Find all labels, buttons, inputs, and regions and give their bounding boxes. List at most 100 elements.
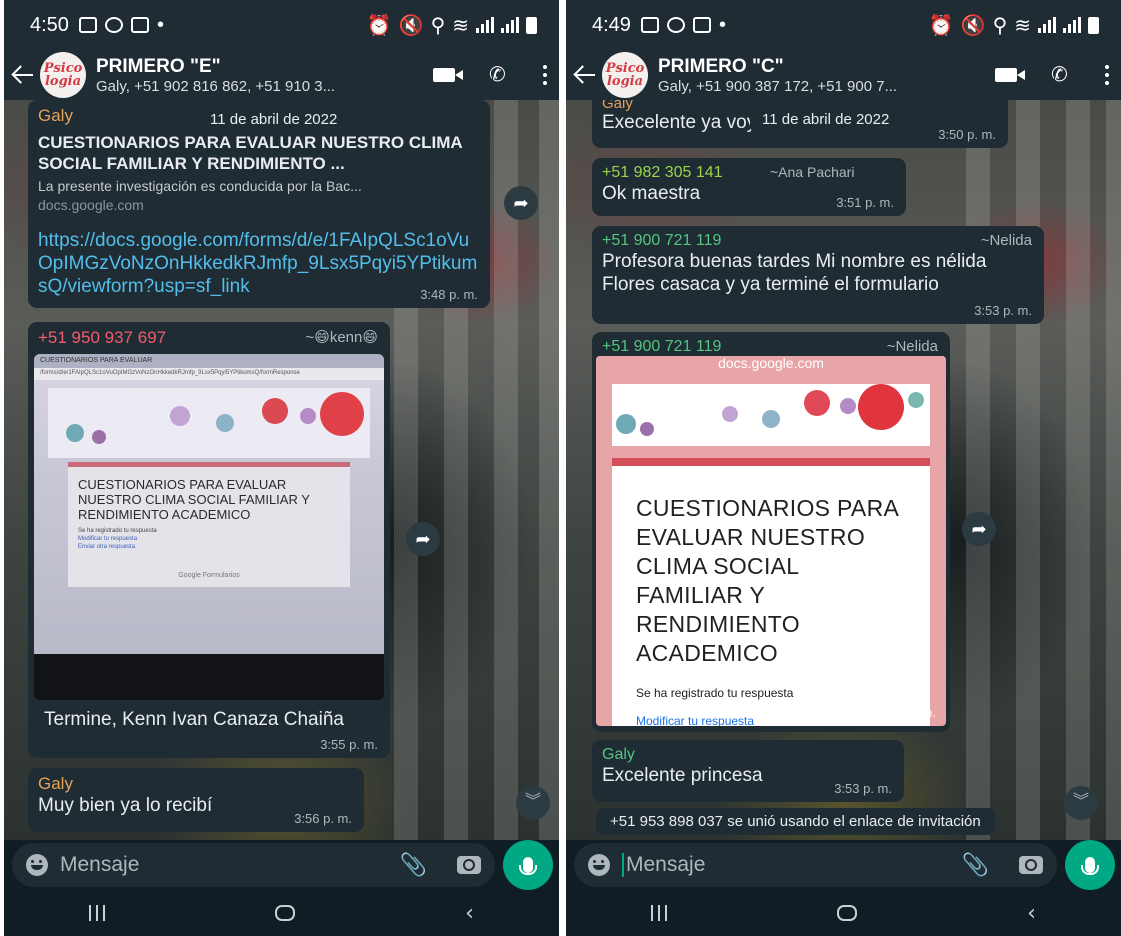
wifi-icon: ≋ <box>452 14 469 37</box>
date-chip: 11 de abril de 2022 <box>198 106 350 133</box>
message-input[interactable]: Mensaje 📎 <box>574 843 1057 887</box>
message-time: 3:56 p. m. <box>294 811 352 826</box>
status-time: 4:49 <box>592 13 631 36</box>
android-nav-bar: ‹ <box>566 890 1121 936</box>
battery-icon <box>1088 16 1099 34</box>
group-info[interactable]: PRIMERO "C" Galy, +51 900 387 172, +51 9… <box>658 56 977 95</box>
wifi-icon: ≋ <box>1014 14 1031 37</box>
emoji-icon[interactable] <box>26 854 48 876</box>
attach-icon[interactable]: 📎 <box>400 852 427 878</box>
mic-icon <box>519 857 537 875</box>
group-info[interactable]: PRIMERO "E" Galy, +51 902 816 862, +51 9… <box>96 56 415 95</box>
more-notifications-icon: • <box>156 13 164 36</box>
message-time: 3:53 p. m. <box>974 303 1032 318</box>
nav-back-icon[interactable]: ‹ <box>1027 901 1036 926</box>
photo-form-registered: Se ha registrado tu respuesta <box>78 528 157 534</box>
camera-icon[interactable] <box>1019 856 1043 874</box>
input-placeholder: Mensaje <box>626 853 706 876</box>
back-arrow-icon[interactable] <box>10 62 36 88</box>
more-notifications-icon: • <box>718 13 726 36</box>
link-preview-description: La presente investigación es conducida p… <box>38 178 362 194</box>
message-list[interactable]: Galy CUESTIONARIOS PARA EVALUAR NUESTRO … <box>4 100 559 840</box>
gallery-notification-icon <box>78 17 97 33</box>
mic-icon <box>1081 857 1099 875</box>
message-time: 3:53 p. m. <box>878 705 936 720</box>
form-card: CUESTIONARIOS PARA EVALUAR NUESTRO CLIMA… <box>612 458 930 726</box>
voice-call-icon[interactable]: ✆ <box>489 65 509 85</box>
status-bar: 4:50 • ⏰ 🔇 ⚲ ≋ <box>4 0 559 50</box>
recents-icon[interactable] <box>651 905 668 921</box>
home-icon[interactable] <box>837 905 858 921</box>
more-options-icon[interactable] <box>543 65 547 85</box>
link-preview-title[interactable]: CUESTIONARIOS PARA EVALUAR NUESTRO CLIMA… <box>38 132 480 174</box>
sender-nickname: ~Nelida <box>980 232 1032 249</box>
forward-icon[interactable] <box>962 512 996 546</box>
battery-icon <box>526 16 537 34</box>
video-call-icon[interactable] <box>995 68 1025 82</box>
message-input[interactable]: Mensaje 📎 <box>12 843 495 887</box>
scroll-down-icon[interactable]: ︾ <box>1064 786 1098 820</box>
group-avatar[interactable]: Psico logia <box>602 52 648 98</box>
group-name: PRIMERO "E" <box>96 55 221 77</box>
form-modify-link: Modificar tu respuesta <box>636 714 755 726</box>
scroll-down-icon[interactable]: ︾ <box>516 786 550 820</box>
message-time: 3:48 p. m. <box>420 287 478 302</box>
photo-form-other: Enviar otra respuesta <box>78 544 136 550</box>
input-placeholder: Mensaje <box>60 853 140 876</box>
message-sender: +51 900 721 119 <box>602 232 722 249</box>
forward-icon[interactable] <box>406 522 440 556</box>
photo-browser-url: /forms/d/e/1FAIpQLSc1oVuOpIMGzVoNzOnHkke… <box>34 368 384 380</box>
forward-icon[interactable] <box>504 186 538 220</box>
link-preview-domain: docs.google.com <box>38 197 144 213</box>
nav-back-icon[interactable]: ‹ <box>465 901 474 926</box>
status-time: 4:50 <box>30 13 69 36</box>
alarm-icon: ⏰ <box>928 14 954 37</box>
message-text: Profesora buenas tardes Mi nombre es nél… <box>602 251 987 295</box>
floral-banner <box>612 384 930 446</box>
home-icon[interactable] <box>275 905 296 921</box>
mic-button[interactable] <box>1065 840 1115 890</box>
camera-icon[interactable] <box>457 856 481 874</box>
photo-form-modify: Modificar tu respuesta <box>78 536 138 542</box>
photo-message-bubble[interactable]: +51 950 937 697 ~😄kenn😄 CUESTIONARIOS PA… <box>28 322 390 758</box>
photo-browser-domain: docs.google.com <box>596 356 946 374</box>
instagram-notification-icon <box>104 17 123 33</box>
photo-caption: Termine, Kenn Ivan Canaza Chaiña <box>44 709 344 730</box>
form-link[interactable]: https://docs.google.com/forms/d/e/1FAIpQ… <box>38 229 480 298</box>
back-arrow-icon[interactable] <box>572 62 598 88</box>
video-call-icon[interactable] <box>433 68 463 82</box>
sender-nickname: ~Ana Pachari <box>770 164 855 180</box>
emoji-icon[interactable] <box>588 854 610 876</box>
more-options-icon[interactable] <box>1105 65 1109 85</box>
text-message-bubble[interactable]: +51 900 721 119 ~Nelida Profesora buenas… <box>592 226 1044 324</box>
text-message-bubble[interactable]: Galy Muy bien ya lo recibí 3:56 p. m. <box>28 768 364 832</box>
floral-banner <box>48 388 370 458</box>
message-input-bar: Mensaje 📎 <box>566 840 1121 890</box>
text-message-bubble[interactable]: +51 982 305 141 ~Ana Pachari Ok maestra … <box>592 158 906 216</box>
signal-icon <box>476 17 494 33</box>
gmail-notification-icon <box>692 17 711 33</box>
attach-icon[interactable]: 📎 <box>962 852 989 878</box>
mic-button[interactable] <box>503 840 553 890</box>
right-phone-screen: 4:49 • ⏰ 🔇 ⚲ ≋ Psico logia PRIMERO "C" G… <box>566 0 1121 936</box>
signal-icon-2 <box>501 17 519 33</box>
photo-message-bubble[interactable]: +51 900 721 119 ~Nelida docs.google.com … <box>592 332 950 732</box>
message-input-bar: Mensaje 📎 <box>4 840 559 890</box>
mute-icon: 🔇 <box>960 14 986 37</box>
alarm-icon: ⏰ <box>366 14 392 37</box>
message-photo[interactable]: CUESTIONARIOS PARA EVALUAR /forms/d/e/1F… <box>34 354 384 700</box>
chat-header: Psico logia PRIMERO "E" Galy, +51 902 81… <box>4 50 559 100</box>
voice-call-icon[interactable]: ✆ <box>1051 65 1071 85</box>
group-name: PRIMERO "C" <box>658 55 784 77</box>
form-title: CUESTIONARIOS PARA EVALUAR NUESTRO CLIMA… <box>636 495 898 666</box>
system-notice: +51 953 898 037 se unió usando el enlace… <box>596 808 995 835</box>
recents-icon[interactable] <box>89 905 106 921</box>
message-photo[interactable]: docs.google.com CUESTIONARIOS PARA EVALU… <box>596 356 946 726</box>
text-message-bubble[interactable]: Galy Excelente princesa 3:53 p. m. <box>592 740 904 802</box>
left-phone-screen: 4:50 • ⏰ 🔇 ⚲ ≋ Psico logia PRIMERO "E" G… <box>4 0 559 936</box>
text-cursor <box>622 853 624 877</box>
group-avatar[interactable]: Psico logia <box>40 52 86 98</box>
message-list[interactable]: Galy Execelente ya voy recibiendo 3:50 p… <box>566 100 1121 840</box>
instagram-notification-icon <box>666 17 685 33</box>
date-chip: 11 de abril de 2022 <box>750 106 902 133</box>
